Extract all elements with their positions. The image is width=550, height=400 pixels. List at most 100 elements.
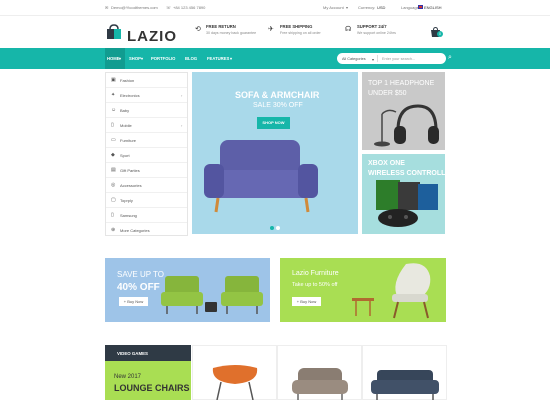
video-games-header: VIDEO GAMES: [105, 345, 191, 361]
shop-now-button[interactable]: SHOP NOW: [257, 117, 290, 129]
sidebar-item-baby[interactable]: ☺ Baby: [106, 103, 187, 118]
navy-sofa-image: [371, 370, 439, 400]
accessories-icon: ◎: [111, 182, 116, 188]
logo-text[interactable]: LAZIO: [127, 28, 177, 45]
promo-line2: LOUNGE CHAIRS: [114, 383, 190, 393]
currency-label: Currency:: [358, 5, 376, 10]
sidebar-item-label: Fashion: [120, 78, 135, 83]
xbox-banner[interactable]: XBOX ONE WIRELESS CONTROLLER: [362, 154, 455, 234]
feature-subtitle: 30 days money back guarantee: [206, 31, 257, 35]
search-input[interactable]: Enter your search...: [382, 57, 415, 61]
sidebar-item-accessories[interactable]: ◎ Accessories: [106, 178, 187, 193]
sofa-image: [204, 140, 318, 213]
sidebar-item-label: Sport: [120, 153, 130, 158]
chevron-down-icon: ▾: [141, 56, 144, 61]
sidebar-item-furniture[interactable]: ▭ Furniture: [106, 133, 187, 148]
fashion-icon: ▣: [111, 77, 116, 83]
promo-line1: New 2017: [114, 374, 142, 380]
nav-item-shop[interactable]: SHOP: [129, 56, 141, 61]
sidebar-item-mobile[interactable]: ▯ Mobile ›: [106, 118, 187, 133]
sidebar-item-sport[interactable]: ◆ Sport: [106, 148, 187, 163]
language-select[interactable]: ENGLISH: [424, 5, 442, 10]
toy-icon: ▢: [111, 197, 116, 203]
buy-now-button[interactable]: + Buy Now: [119, 297, 148, 306]
banner-title: SOFA & ARMCHAIR: [235, 90, 320, 100]
sidebar-item-label: Samsung: [120, 213, 137, 218]
feature-free-return: ⟲ FREE RETURN 30 days money back guarant…: [195, 24, 256, 35]
headphone-image: [374, 104, 439, 147]
sidebar-item-label: Electronics: [120, 93, 140, 98]
sidebar-item-more[interactable]: ⊕ More Categories: [106, 223, 187, 238]
my-account-link[interactable]: My Account: [323, 5, 344, 10]
feature-subtitle: We support online 24hrs: [357, 31, 396, 35]
flag-icon: [418, 5, 423, 9]
category-sidebar: ▣ Fashion ✦ Electronics › ☺ Baby ▯ Mobil…: [105, 72, 188, 236]
search-icon[interactable]: ⌕: [448, 54, 452, 62]
sidebar-item-label: Furniture: [120, 138, 137, 143]
cart-button[interactable]: 0: [430, 26, 443, 38]
gift-icon: ▤: [111, 167, 116, 173]
category-select[interactable]: All Categories: [342, 57, 366, 61]
sidebar-item-label: Mobile: [120, 123, 132, 128]
feature-title: FREE RETURN: [206, 24, 236, 29]
nav-item-features[interactable]: FEATURES: [207, 56, 229, 61]
promo-banner-sale[interactable]: SAVE UP TO 40% OFF + Buy Now: [105, 258, 270, 322]
banner-line1: XBOX ONE: [368, 160, 405, 167]
samsung-icon: ▯: [111, 212, 114, 218]
slider-dot[interactable]: [276, 226, 280, 230]
chevron-right-icon: ›: [181, 93, 183, 98]
banner-line1: TOP 1 HEADPHONE: [368, 80, 435, 87]
slider-dot-active[interactable]: [270, 226, 274, 230]
sidebar-item-label: Baby: [120, 108, 130, 113]
orange-chair-image: [212, 365, 258, 400]
electronics-icon: ✦: [111, 92, 116, 98]
mobile-icon: ▯: [111, 122, 114, 128]
sidebar-item-label: Gift Parties: [120, 168, 140, 173]
plane-icon: ✈: [268, 26, 274, 33]
divider: [377, 55, 378, 62]
banner-subtitle: SALE 30% OFF: [253, 102, 303, 109]
section-title: VIDEO GAMES: [117, 351, 148, 356]
nav-item-home[interactable]: HOME: [107, 56, 120, 61]
chevron-down-icon: ▾: [230, 56, 233, 61]
sidebar-item-gift-parties[interactable]: ▤ Gift Parties: [106, 163, 187, 178]
promo-line2: Take up to 50% off: [292, 282, 338, 288]
buy-now-button[interactable]: + Buy Now: [292, 297, 321, 306]
sidebar-item-label: Toprply: [120, 198, 133, 203]
banner-line2: UNDER $50: [368, 90, 407, 97]
search-bar: All Categories ▾ Enter your search...: [337, 53, 446, 64]
mail-icon: ✉: [105, 5, 109, 10]
chevron-right-icon: ›: [181, 123, 183, 128]
currency-select[interactable]: USD: [377, 5, 385, 10]
grey-sofa-image: [292, 368, 348, 400]
sidebar-item-label: More Categories: [120, 228, 150, 233]
promo-line2: 40% OFF: [117, 282, 160, 293]
feature-title: FREE SHIPPING: [280, 24, 313, 29]
promo-line1: Lazio Furniture: [292, 270, 339, 277]
main-nav: HOME ▾ SHOP ▾ PORTFOLIO BLOG FEATURES ▾: [0, 48, 550, 69]
sport-icon: ◆: [111, 152, 115, 158]
logo-bag-icon[interactable]: [105, 24, 123, 40]
nav-item-blog[interactable]: BLOG: [185, 56, 197, 61]
armchairs-image: [161, 276, 263, 314]
product-card[interactable]: [277, 345, 362, 400]
sidebar-item-samsung[interactable]: ▯ Samsung: [106, 208, 187, 223]
nav-item-portfolio[interactable]: PORTFOLIO: [151, 56, 175, 61]
baby-icon: ☺: [111, 107, 117, 113]
phone-icon: ☏: [166, 5, 172, 10]
sidebar-item-label: Accessories: [120, 183, 142, 188]
product-card[interactable]: [362, 345, 447, 400]
feature-support: ☊ SUPPORT 24/7 We support online 24hrs: [345, 24, 396, 35]
product-card[interactable]: [192, 345, 277, 400]
headphone-banner[interactable]: TOP 1 HEADPHONE UNDER $50: [362, 72, 445, 150]
promo-banner-furniture[interactable]: Lazio Furniture Take up to 50% off + Buy…: [280, 258, 446, 322]
phone-text: +84 123 456 7890: [173, 5, 206, 10]
email-text: Demo@Ytcodthemes.com: [111, 5, 158, 10]
top-bar: ✉ Demo@Ytcodthemes.com ☏ +84 123 456 789…: [0, 0, 550, 16]
feature-title: SUPPORT 24/7: [357, 24, 387, 29]
plus-icon: ⊕: [111, 227, 116, 233]
xbox-image: [376, 180, 438, 227]
sidebar-item-fashion[interactable]: ▣ Fashion: [106, 73, 187, 88]
sidebar-item-electronics[interactable]: ✦ Electronics ›: [106, 88, 187, 103]
sidebar-item-toys[interactable]: ▢ Toprply: [106, 193, 187, 208]
